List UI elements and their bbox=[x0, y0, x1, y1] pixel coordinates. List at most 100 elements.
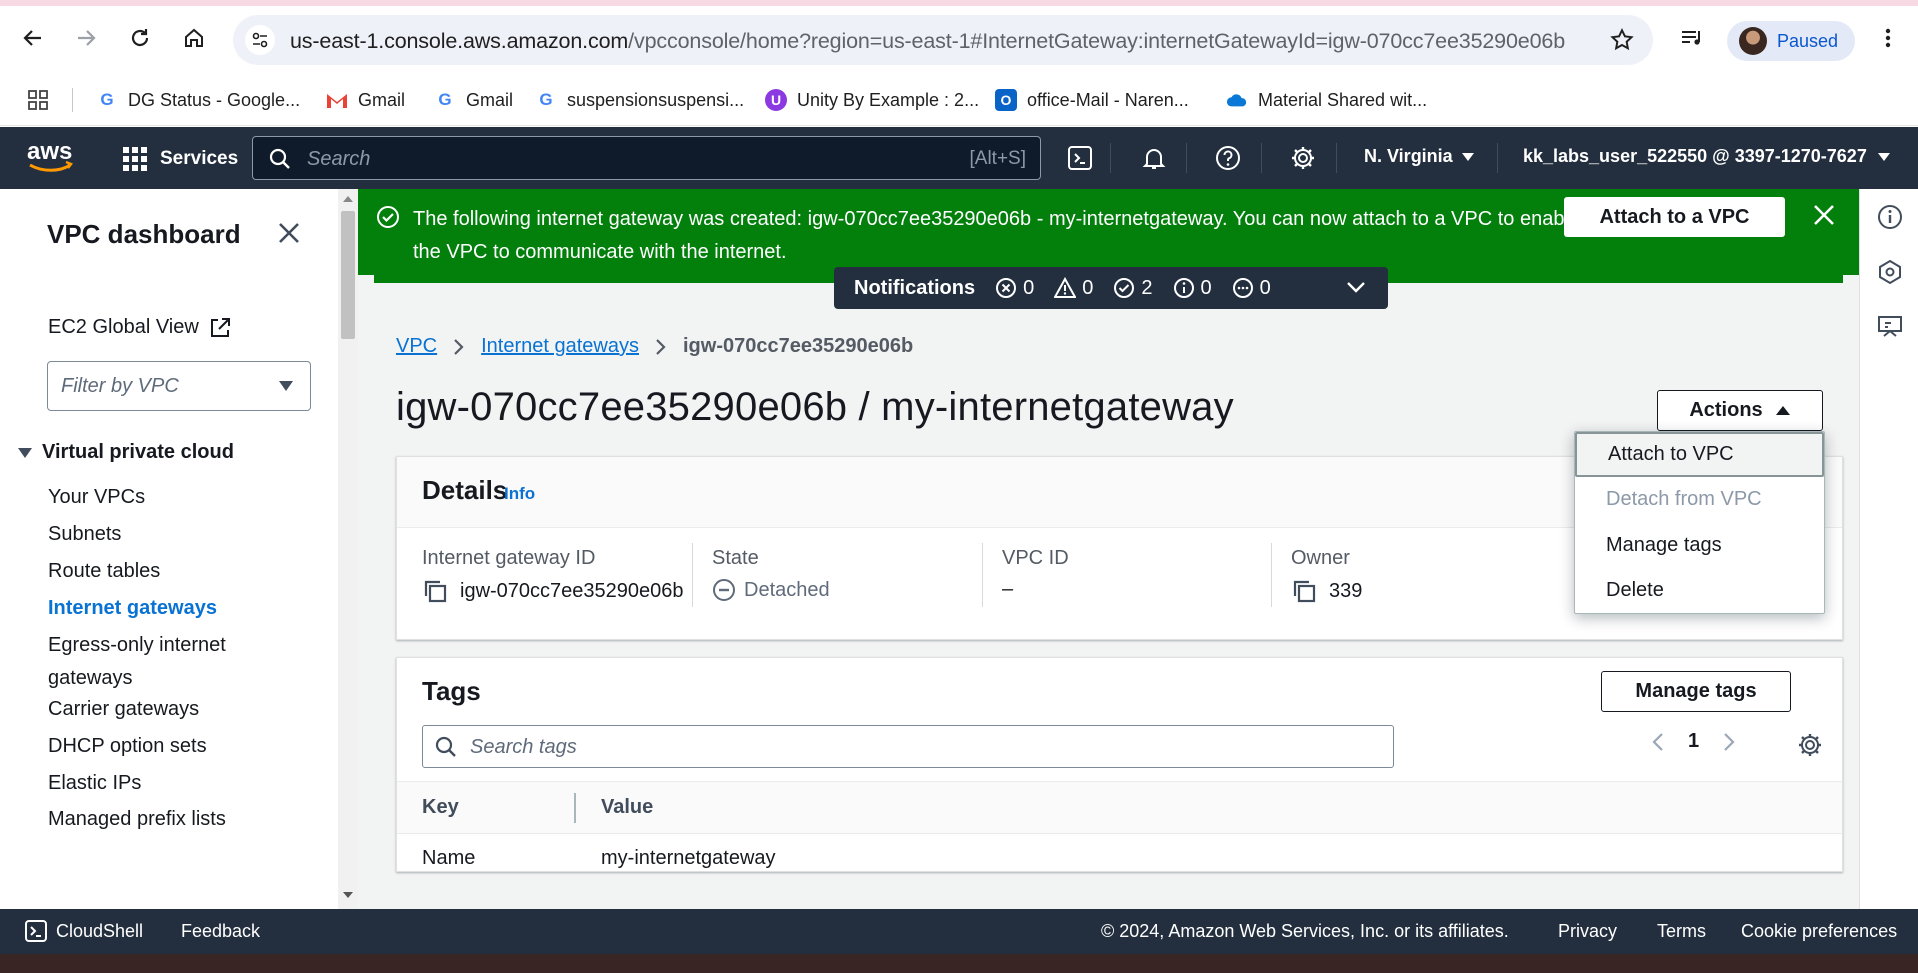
manage-tags-button[interactable]: Manage tags bbox=[1601, 671, 1791, 712]
ec2-global-view-link[interactable]: EC2 Global View bbox=[48, 316, 231, 339]
nav-divider bbox=[1186, 143, 1187, 173]
column-resizer[interactable] bbox=[574, 793, 576, 823]
actions-button[interactable]: Actions bbox=[1657, 390, 1823, 431]
aws-search-input[interactable]: Search [Alt+S] bbox=[252, 136, 1041, 180]
copy-icon[interactable] bbox=[422, 578, 448, 604]
home-button[interactable] bbox=[174, 18, 214, 58]
actions-dropdown-menu: Attach to VPC Detach from VPC Manage tag… bbox=[1574, 431, 1825, 614]
menu-item-delete[interactable]: Delete bbox=[1575, 568, 1824, 613]
account-menu[interactable]: kk_labs_user_522550 @ 3397-1270-7627 bbox=[1523, 146, 1891, 167]
address-bar[interactable]: us-east-1.console.aws.amazon.com/vpccons… bbox=[233, 15, 1653, 65]
column-header-value[interactable]: Value bbox=[601, 796, 653, 819]
bookmark-gmail-2[interactable]: G Gmail bbox=[434, 86, 513, 114]
menu-item-attach-to-vpc[interactable]: Attach to VPC bbox=[1575, 432, 1824, 477]
bookmark-label: Gmail bbox=[358, 89, 406, 110]
info-panel-icon[interactable] bbox=[1877, 204, 1903, 230]
aws-logo[interactable]: aws bbox=[26, 137, 76, 177]
url-host: us-east-1.console.aws.amazon.com bbox=[290, 29, 629, 53]
cloudshell-icon bbox=[25, 920, 47, 942]
menu-item-manage-tags[interactable]: Manage tags bbox=[1575, 523, 1824, 568]
bookmark-suspension[interactable]: G suspensionsuspensi... bbox=[535, 86, 744, 114]
menu-item-detach-from-vpc[interactable]: Detach from VPC bbox=[1575, 477, 1824, 522]
site-info-icon[interactable] bbox=[245, 25, 275, 55]
media-control-button[interactable] bbox=[1672, 18, 1712, 58]
help-icon[interactable] bbox=[1213, 143, 1243, 173]
flash-message: The following internet gateway was creat… bbox=[413, 208, 1581, 263]
profile-button[interactable]: Paused bbox=[1727, 21, 1855, 61]
sidebar-item-managed-prefix-lists[interactable]: Managed prefix lists bbox=[48, 803, 226, 836]
dismiss-flash-close-icon[interactable] bbox=[1813, 204, 1835, 226]
error-count: 0 bbox=[995, 277, 1034, 300]
svg-text:aws: aws bbox=[27, 138, 72, 165]
browser-menu-button[interactable] bbox=[1868, 18, 1908, 58]
main-scrollbar[interactable] bbox=[1839, 189, 1859, 909]
account-label: kk_labs_user_522550 @ 3397-1270-7627 bbox=[1523, 146, 1867, 166]
sidebar-item-internet-gateways[interactable]: Internet gateways bbox=[48, 592, 217, 625]
tags-search-input[interactable]: Search tags bbox=[422, 725, 1394, 768]
breadcrumb-vpc[interactable]: VPC bbox=[396, 335, 437, 358]
notifications-label: Notifications bbox=[854, 276, 976, 299]
details-info-link[interactable]: Info bbox=[504, 484, 535, 504]
presentation-panel-icon[interactable] bbox=[1877, 314, 1903, 340]
breadcrumb-internet-gateways[interactable]: Internet gateways bbox=[481, 335, 639, 358]
warning-count: 0 bbox=[1054, 277, 1093, 300]
column-header-key[interactable]: Key bbox=[422, 796, 459, 819]
reload-icon bbox=[131, 29, 149, 47]
security-panel-icon[interactable] bbox=[1877, 259, 1903, 285]
scrollbar-thumb[interactable] bbox=[341, 211, 355, 339]
nav-divider bbox=[1110, 143, 1111, 173]
external-link-icon bbox=[210, 317, 230, 337]
sidebar-item-your-vpcs[interactable]: Your VPCs bbox=[48, 481, 145, 514]
feedback-link[interactable]: Feedback bbox=[181, 921, 260, 942]
bookmark-divider bbox=[72, 88, 73, 112]
scroll-up-icon bbox=[343, 196, 353, 202]
forward-button[interactable] bbox=[66, 18, 106, 58]
close-icon[interactable] bbox=[278, 222, 300, 244]
settings-gear-icon[interactable] bbox=[1288, 143, 1318, 173]
cookie-preferences-link[interactable]: Cookie preferences bbox=[1741, 921, 1897, 942]
sidebar-item-subnets[interactable]: Subnets bbox=[48, 518, 121, 551]
sidebar-item-dhcp-option-sets[interactable]: DHCP option sets bbox=[48, 730, 207, 763]
notifications-bell-icon[interactable] bbox=[1139, 143, 1169, 173]
chevron-right-icon[interactable] bbox=[1723, 732, 1735, 752]
bookmark-material[interactable]: Material Shared wit... bbox=[1226, 86, 1427, 114]
bookmark-label: office-Mail - Naren... bbox=[1027, 89, 1189, 110]
bookmark-star-icon[interactable] bbox=[1609, 27, 1635, 53]
search-placeholder: Search bbox=[307, 148, 371, 170]
copy-icon[interactable] bbox=[1291, 578, 1317, 604]
profile-status: Paused bbox=[1777, 30, 1839, 51]
more-vert-icon bbox=[1885, 28, 1891, 48]
notifications-bar[interactable]: Notifications 0 0 2 0 0 bbox=[834, 267, 1388, 309]
region-selector[interactable]: N. Virginia bbox=[1364, 146, 1475, 167]
vpc-filter-select[interactable]: Filter by VPC bbox=[47, 361, 311, 411]
current-page[interactable]: 1 bbox=[1688, 730, 1699, 753]
attach-to-vpc-flash-button[interactable]: Attach to a VPC bbox=[1564, 197, 1785, 237]
bookmark-office-mail[interactable]: O office-Mail - Naren... bbox=[995, 86, 1189, 114]
section-virtual-private-cloud[interactable]: Virtual private cloud bbox=[18, 441, 234, 464]
success-icon bbox=[1114, 278, 1135, 298]
reload-button[interactable] bbox=[120, 18, 160, 58]
sidebar-item-route-tables[interactable]: Route tables bbox=[48, 555, 160, 588]
sidebar-item-egress-only-internet-gateways[interactable]: Egress-only internet gateways bbox=[48, 629, 278, 695]
pagination: 1 bbox=[1652, 730, 1735, 753]
cloudshell-footer-button[interactable]: CloudShell bbox=[24, 919, 143, 943]
apps-button[interactable] bbox=[27, 86, 49, 114]
sidebar-item-carrier-gateways[interactable]: Carrier gateways bbox=[48, 693, 199, 726]
breadcrumb: VPC Internet gateways igw-070cc7ee35290e… bbox=[396, 335, 913, 358]
chevron-left-icon[interactable] bbox=[1652, 732, 1664, 752]
back-button[interactable] bbox=[13, 18, 53, 58]
cloudshell-icon[interactable] bbox=[1065, 143, 1095, 173]
bookmark-unity[interactable]: U Unity By Example : 2... bbox=[765, 86, 979, 114]
table-settings-gear-icon[interactable] bbox=[1797, 732, 1823, 758]
caret-down-icon bbox=[279, 381, 293, 391]
sidebar-title[interactable]: VPC dashboard bbox=[47, 219, 241, 250]
terms-link[interactable]: Terms bbox=[1657, 921, 1706, 942]
services-menu-button[interactable]: Services bbox=[122, 141, 238, 177]
bookmark-dg-status[interactable]: G DG Status - Google... bbox=[96, 86, 300, 114]
bookmark-label: suspensionsuspensi... bbox=[567, 89, 745, 110]
bookmark-gmail-1[interactable]: Gmail bbox=[326, 86, 405, 114]
sidebar-item-elastic-ips[interactable]: Elastic IPs bbox=[48, 767, 141, 800]
privacy-link[interactable]: Privacy bbox=[1558, 921, 1617, 942]
sidebar-scrollbar[interactable] bbox=[338, 189, 358, 909]
owner-label: Owner bbox=[1291, 547, 1350, 569]
